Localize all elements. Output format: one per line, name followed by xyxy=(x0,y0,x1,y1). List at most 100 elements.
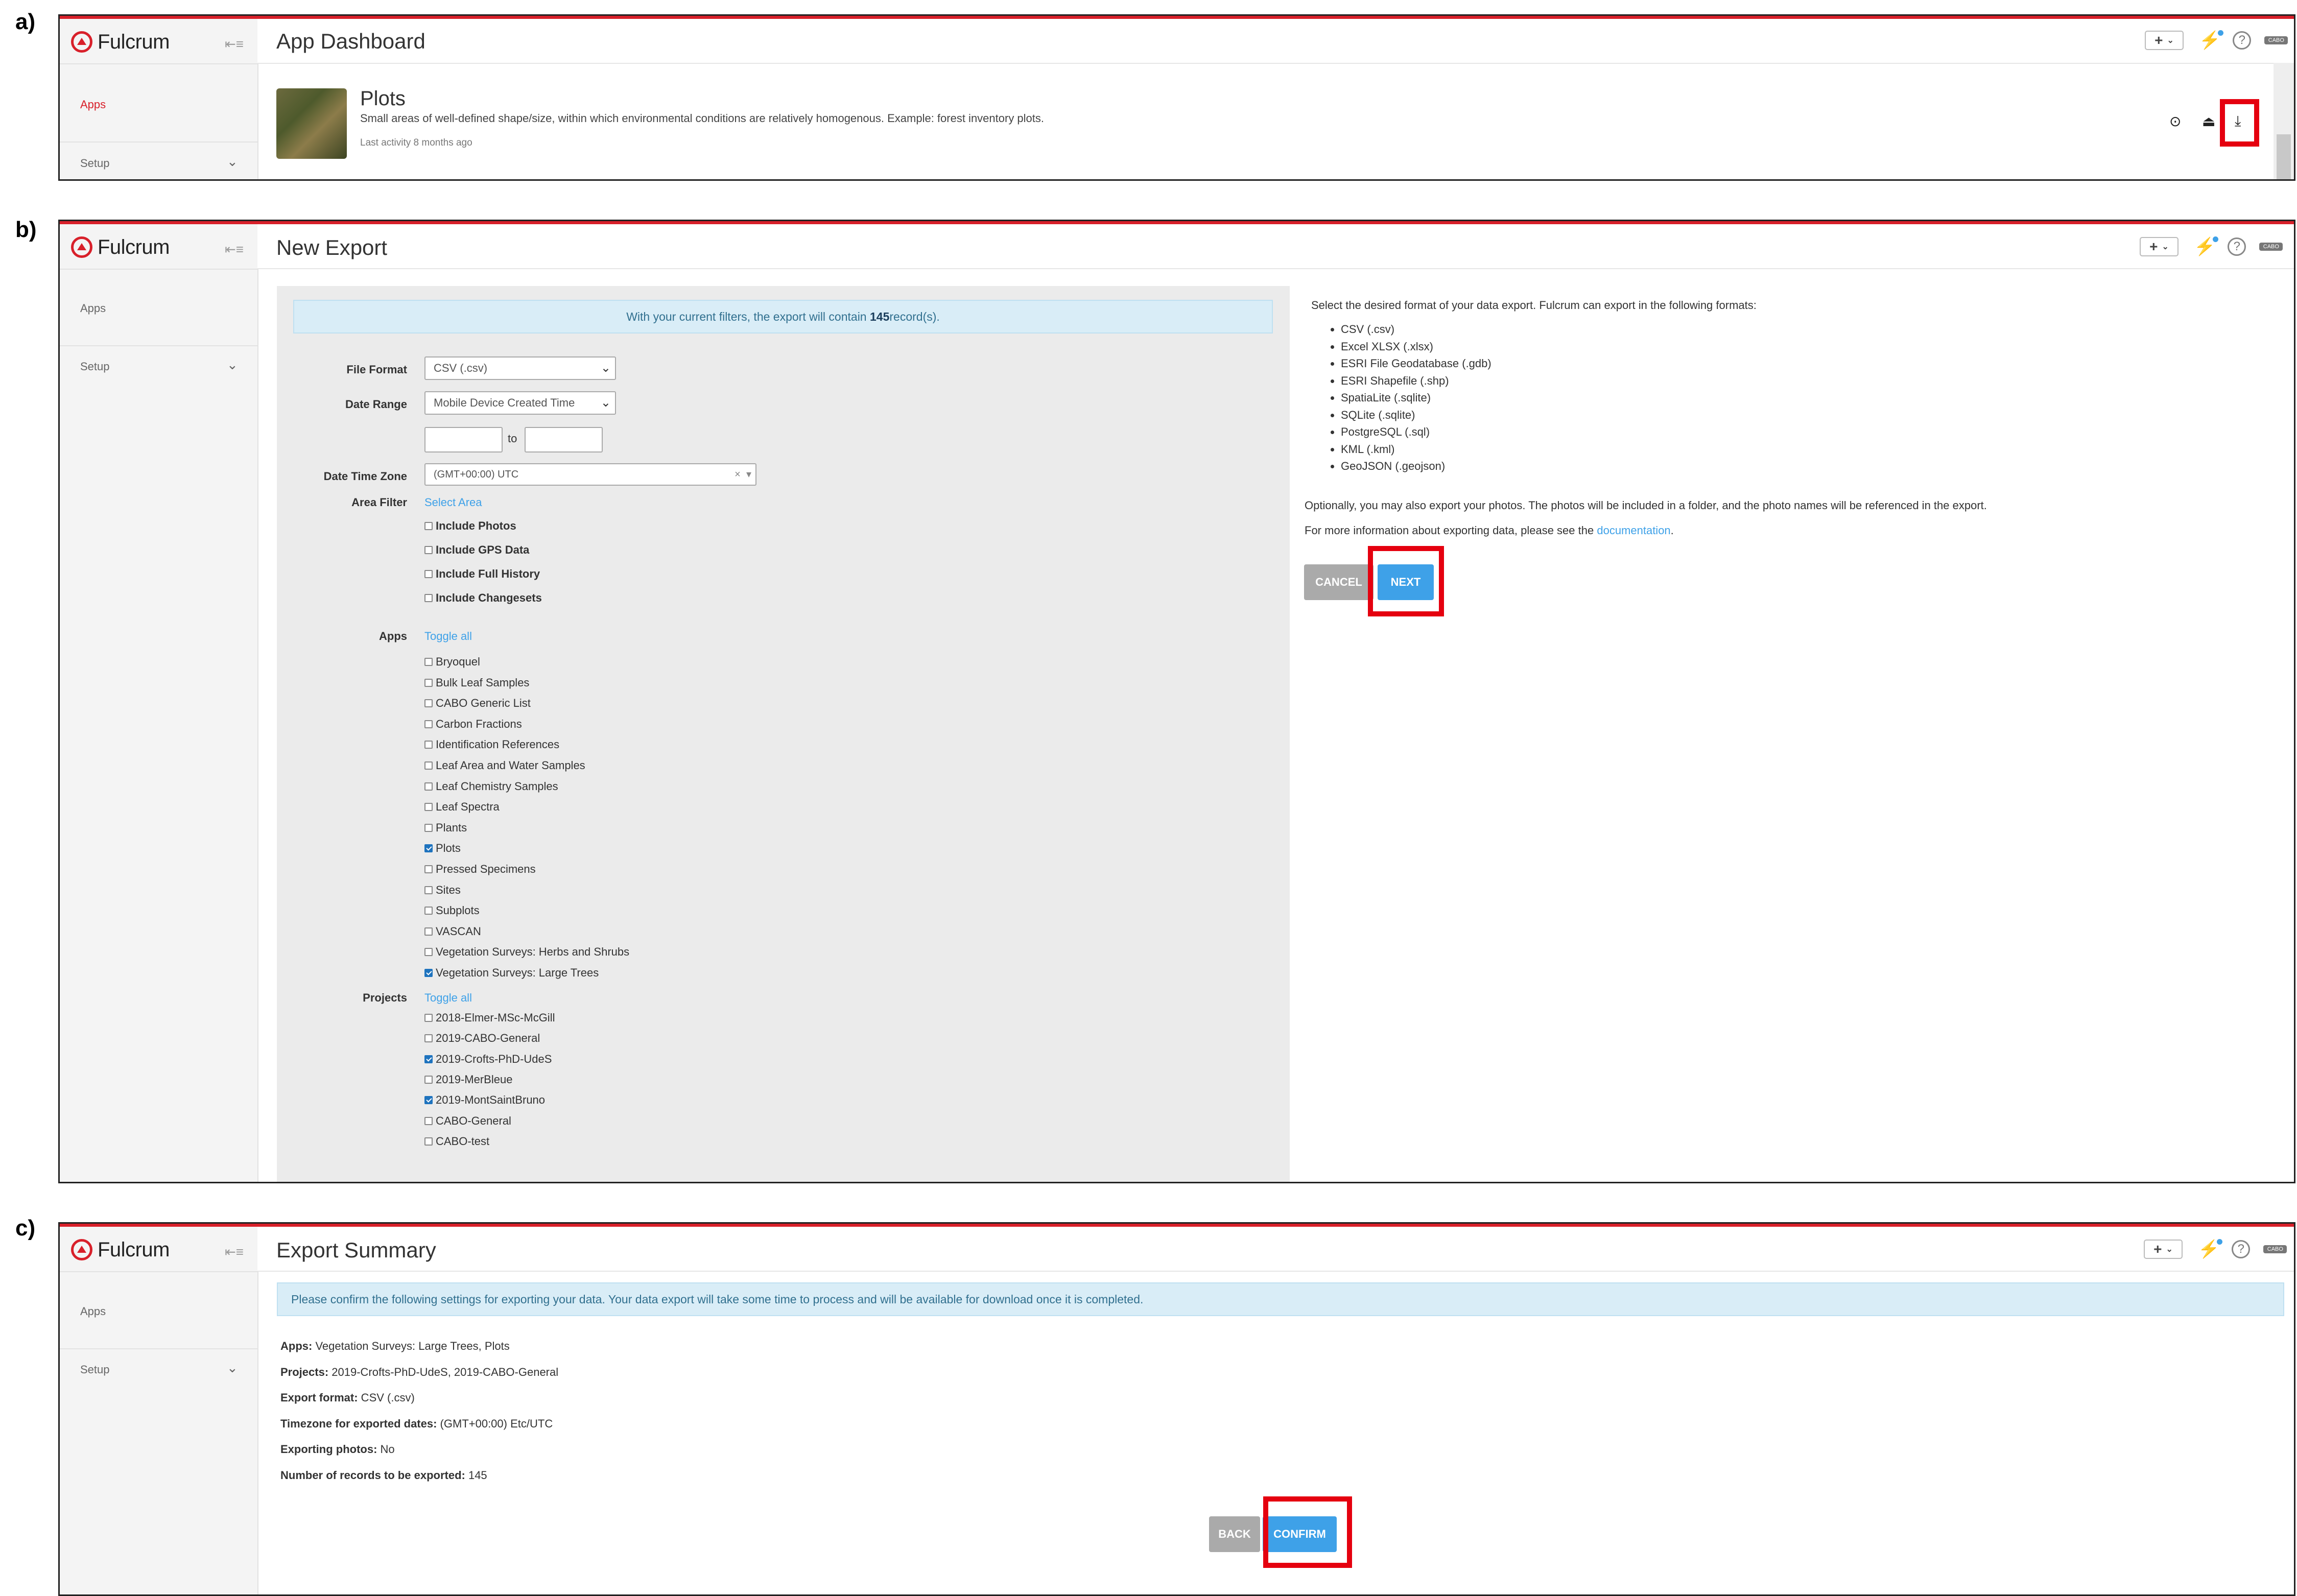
app-option[interactable]: CABO Generic List xyxy=(424,697,531,710)
app-option[interactable]: Vegetation Surveys: Large Trees xyxy=(424,966,599,980)
app-option[interactable]: Subplots xyxy=(424,904,480,917)
page-title: App Dashboard xyxy=(276,29,425,53)
documentation-link[interactable]: documentation xyxy=(1597,524,1670,537)
sidebar-item-apps[interactable]: Apps xyxy=(80,98,106,111)
back-button[interactable]: Back xyxy=(1209,1516,1260,1552)
sidebar-item-apps[interactable]: Apps xyxy=(80,302,106,315)
project-option[interactable]: 2019-CABO-General xyxy=(424,1032,540,1045)
app-option[interactable]: Bulk Leaf Samples xyxy=(424,676,529,689)
sidebar-item-setup[interactable]: Setup xyxy=(80,360,110,373)
upload-icon[interactable]: ⏏ xyxy=(2202,113,2215,130)
checkbox[interactable] xyxy=(424,594,433,602)
checkbox[interactable] xyxy=(424,658,433,666)
app-option[interactable]: Pressed Specimens xyxy=(424,863,536,876)
banner-count: 145 xyxy=(870,309,890,323)
date-to-input[interactable] xyxy=(525,427,603,452)
project-option[interactable]: 2019-Crofts-PhD-UdeS xyxy=(424,1053,552,1066)
help-icon[interactable]: ? xyxy=(2232,1240,2251,1258)
apps-toggle-all-link[interactable]: Toggle all xyxy=(424,630,472,643)
add-button[interactable]: + ⌄ xyxy=(2140,237,2178,256)
avatar[interactable]: CABO xyxy=(2263,1245,2287,1253)
select-area-link[interactable]: Select Area xyxy=(424,496,482,509)
chevron-down-icon[interactable]: ⌄ xyxy=(227,1360,238,1376)
avatar[interactable]: CABO xyxy=(2264,36,2288,44)
file-format-select[interactable]: CSV (.csv) ⌄ xyxy=(424,356,616,380)
checkbox[interactable] xyxy=(424,678,433,687)
app-option[interactable]: Leaf Area and Water Samples xyxy=(424,759,585,772)
date-from-input[interactable] xyxy=(424,427,503,452)
project-option[interactable]: 2018-Elmer-MSc-McGill xyxy=(424,1011,555,1025)
option-include-full-history[interactable]: Include Full History xyxy=(424,567,540,581)
chevron-down-icon[interactable]: ⌄ xyxy=(227,154,238,170)
sidebar-item-apps[interactable]: Apps xyxy=(80,1305,106,1318)
avatar[interactable]: CABO xyxy=(2259,243,2283,251)
app-option[interactable]: VASCAN xyxy=(424,925,481,938)
project-option[interactable]: 2019-MerBleue xyxy=(424,1073,512,1086)
checkbox[interactable] xyxy=(424,761,433,770)
checkbox[interactable] xyxy=(424,948,433,957)
checkbox[interactable] xyxy=(424,1014,433,1022)
projects-toggle-all-link[interactable]: Toggle all xyxy=(424,991,472,1005)
checkbox[interactable] xyxy=(424,865,433,873)
fulcrum-logo[interactable]: Fulcrum xyxy=(71,29,170,55)
help-icon[interactable]: ? xyxy=(2233,31,2252,50)
checkbox[interactable] xyxy=(424,1137,433,1146)
fulcrum-logo-icon xyxy=(71,1239,92,1260)
checkbox[interactable] xyxy=(424,823,433,832)
checkbox[interactable] xyxy=(424,844,433,853)
app-name[interactable]: Plots xyxy=(360,87,406,110)
checkbox[interactable] xyxy=(424,699,433,708)
sidebar-item-setup[interactable]: Setup xyxy=(80,1363,110,1376)
timezone-select[interactable]: (GMT+00:00) UTC × ▾ xyxy=(424,463,756,486)
app-option[interactable]: Leaf Chemistry Samples xyxy=(424,780,558,793)
fulcrum-logo[interactable]: Fulcrum xyxy=(71,1237,170,1262)
checkbox[interactable] xyxy=(424,803,433,812)
app-thumbnail[interactable] xyxy=(276,88,347,159)
bolt-icon[interactable]: ⚡ xyxy=(2194,236,2219,257)
checkbox[interactable] xyxy=(424,886,433,894)
collapse-sidebar-icon[interactable]: ⇤≡ xyxy=(225,36,244,52)
checkbox[interactable] xyxy=(424,522,433,530)
fulcrum-logo[interactable]: Fulcrum xyxy=(71,234,170,260)
collapse-sidebar-icon[interactable]: ⇤≡ xyxy=(225,242,244,257)
project-option[interactable]: 2019-MontSaintBruno xyxy=(424,1093,545,1107)
checkbox[interactable] xyxy=(424,907,433,915)
bolt-icon[interactable]: ⚡ xyxy=(2198,1239,2223,1259)
scrollbar-thumb[interactable] xyxy=(2277,134,2291,179)
checkbox[interactable] xyxy=(424,1116,433,1125)
option-include-photos[interactable]: Include Photos xyxy=(424,519,516,533)
collapse-sidebar-icon[interactable]: ⇤≡ xyxy=(225,1244,244,1260)
app-option[interactable]: Leaf Spectra xyxy=(424,800,500,814)
cancel-button[interactable]: Cancel xyxy=(1304,564,1374,600)
help-icon[interactable]: ? xyxy=(2228,237,2246,256)
checkbox[interactable] xyxy=(424,546,433,554)
app-option[interactable]: Plants xyxy=(424,821,467,835)
checkbox[interactable] xyxy=(424,1075,433,1084)
add-button[interactable]: + ⌄ xyxy=(2145,31,2184,50)
app-option[interactable]: Vegetation Surveys: Herbs and Shrubs xyxy=(424,945,629,959)
app-option[interactable]: Sites xyxy=(424,884,461,897)
app-option[interactable]: Plots xyxy=(424,842,461,855)
checkbox[interactable] xyxy=(424,741,433,749)
option-include-changesets[interactable]: Include Changesets xyxy=(424,591,542,605)
scrollbar[interactable] xyxy=(2274,63,2294,179)
project-option[interactable]: CABO-test xyxy=(424,1135,489,1148)
checkbox[interactable] xyxy=(424,1096,433,1105)
date-range-select[interactable]: Mobile Device Created Time ⌄ xyxy=(424,391,616,415)
map-pin-icon[interactable]: ⊙ xyxy=(2169,113,2181,130)
add-button[interactable]: + ⌄ xyxy=(2144,1240,2183,1259)
app-option[interactable]: Bryoquel xyxy=(424,655,480,669)
checkbox[interactable] xyxy=(424,927,433,936)
bolt-icon[interactable]: ⚡ xyxy=(2199,30,2224,51)
option-include-gps-data[interactable]: Include GPS Data xyxy=(424,543,529,557)
app-option[interactable]: Carbon Fractions xyxy=(424,718,522,731)
checkbox[interactable] xyxy=(424,720,433,728)
sidebar-item-setup[interactable]: Setup xyxy=(80,157,110,170)
app-option[interactable]: Identification References xyxy=(424,738,559,751)
checkbox[interactable] xyxy=(424,1034,433,1043)
checkbox[interactable] xyxy=(424,782,433,791)
checkbox[interactable] xyxy=(424,1055,433,1063)
checkbox[interactable] xyxy=(424,969,433,977)
checkbox[interactable] xyxy=(424,570,433,578)
project-option[interactable]: CABO-General xyxy=(424,1114,511,1128)
